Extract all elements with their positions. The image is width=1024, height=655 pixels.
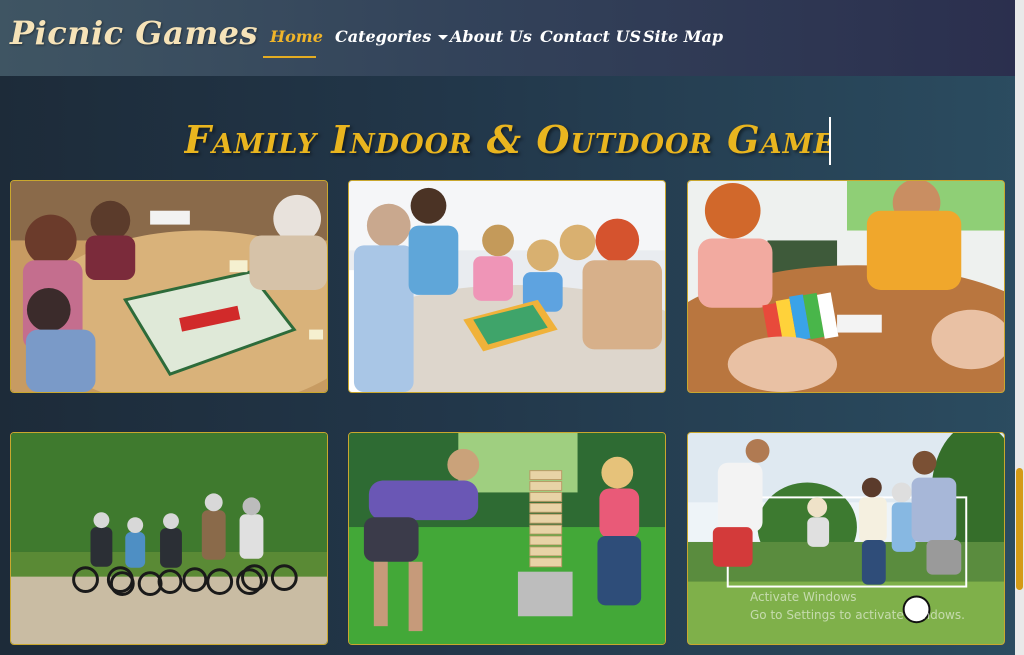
bike-ride-image xyxy=(11,433,327,644)
giant-jenga-image xyxy=(349,433,665,644)
nav-home[interactable]: Home xyxy=(270,27,323,46)
game-card-card-game[interactable] xyxy=(687,180,1005,393)
nav-categories[interactable]: Categories xyxy=(335,27,449,46)
watermark-line-2: Go to Settings to activate Windows. xyxy=(750,608,965,622)
game-card-family-board[interactable] xyxy=(348,180,666,393)
chevron-down-icon xyxy=(438,35,449,40)
watermark-line-1: Activate Windows xyxy=(750,590,857,604)
card-game-image xyxy=(688,181,1004,392)
page-scrollbar[interactable] xyxy=(1015,0,1024,655)
brand-logo[interactable]: Picnic Games xyxy=(10,14,258,52)
scrollbar-thumb[interactable] xyxy=(1016,468,1023,590)
nav-contact-us[interactable]: Contact US xyxy=(540,27,641,46)
page-title: Family Indoor & Outdoor Games xyxy=(184,117,830,162)
nav-categories-label: Categories xyxy=(335,27,432,46)
active-nav-indicator xyxy=(263,56,316,58)
game-card-monopoly[interactable] xyxy=(10,180,328,393)
nav-about-us[interactable]: About Us xyxy=(450,27,532,46)
text-cursor xyxy=(829,117,831,165)
game-card-bike-ride[interactable] xyxy=(10,432,328,645)
monopoly-game-image xyxy=(11,181,327,392)
windows-activation-watermark: Activate Windows Go to Settings to activ… xyxy=(750,588,965,624)
nav-site-map[interactable]: Site Map xyxy=(643,27,723,46)
family-board-game-image xyxy=(349,181,665,392)
navbar: Picnic Games Home Categories About Us Co… xyxy=(0,0,1015,76)
game-card-giant-jenga[interactable] xyxy=(348,432,666,645)
